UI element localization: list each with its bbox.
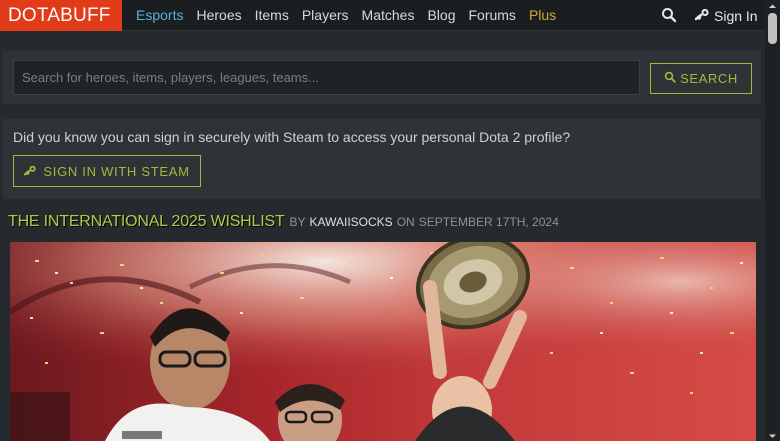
search-button-label: SEARCH xyxy=(680,71,738,86)
aegis-celebration-photo xyxy=(10,242,756,441)
search-panel: SEARCH xyxy=(3,51,761,104)
steam-icon xyxy=(694,8,714,24)
sign-in-with-steam-button[interactable]: SIGN IN WITH STEAM xyxy=(13,155,201,187)
nav-link-blog[interactable]: Blog xyxy=(427,0,455,31)
scroll-up-arrow-icon[interactable] xyxy=(765,0,780,12)
nav-link-matches[interactable]: Matches xyxy=(362,0,415,31)
search-input[interactable] xyxy=(13,60,640,95)
nav-link-heroes[interactable]: Heroes xyxy=(196,0,241,31)
nav-link-items[interactable]: Items xyxy=(255,0,289,31)
sign-in-link[interactable]: Sign In xyxy=(694,0,758,31)
sign-in-with-steam-label: SIGN IN WITH STEAM xyxy=(43,163,190,179)
article-author[interactable]: KAWAIISOCKS xyxy=(310,215,393,229)
article-date: SEPTEMBER 17TH, 2024 xyxy=(418,215,559,229)
nav-link-players[interactable]: Players xyxy=(302,0,349,31)
top-navbar: DOTABUFF Esports Heroes Items Players Ma… xyxy=(0,0,765,31)
nav-links: Esports Heroes Items Players Matches Blo… xyxy=(136,0,569,31)
page-scrollbar[interactable] xyxy=(765,0,780,441)
search-icon[interactable] xyxy=(661,7,677,23)
sign-in-label: Sign In xyxy=(714,7,758,24)
nav-link-plus[interactable]: Plus xyxy=(529,0,556,31)
steam-signin-panel: Did you know you can sign in securely wi… xyxy=(3,119,761,199)
scroll-thumb[interactable] xyxy=(768,13,777,44)
article-header: THE INTERNATIONAL 2025 WISHLIST BY KAWAI… xyxy=(8,213,559,233)
article-hero-image[interactable] xyxy=(10,242,756,441)
steam-icon xyxy=(24,164,43,179)
search-icon xyxy=(664,71,680,86)
article-on-label: ON xyxy=(396,215,415,229)
steam-signin-message: Did you know you can sign in securely wi… xyxy=(13,129,571,145)
nav-link-forums[interactable]: Forums xyxy=(468,0,515,31)
scroll-down-arrow-icon[interactable] xyxy=(765,429,780,441)
article-by-label: BY xyxy=(289,215,306,229)
nav-link-esports[interactable]: Esports xyxy=(136,0,183,31)
dotabuff-logo[interactable]: DOTABUFF xyxy=(0,0,122,31)
search-button[interactable]: SEARCH xyxy=(650,63,752,94)
article-title[interactable]: THE INTERNATIONAL 2025 WISHLIST xyxy=(8,213,285,231)
